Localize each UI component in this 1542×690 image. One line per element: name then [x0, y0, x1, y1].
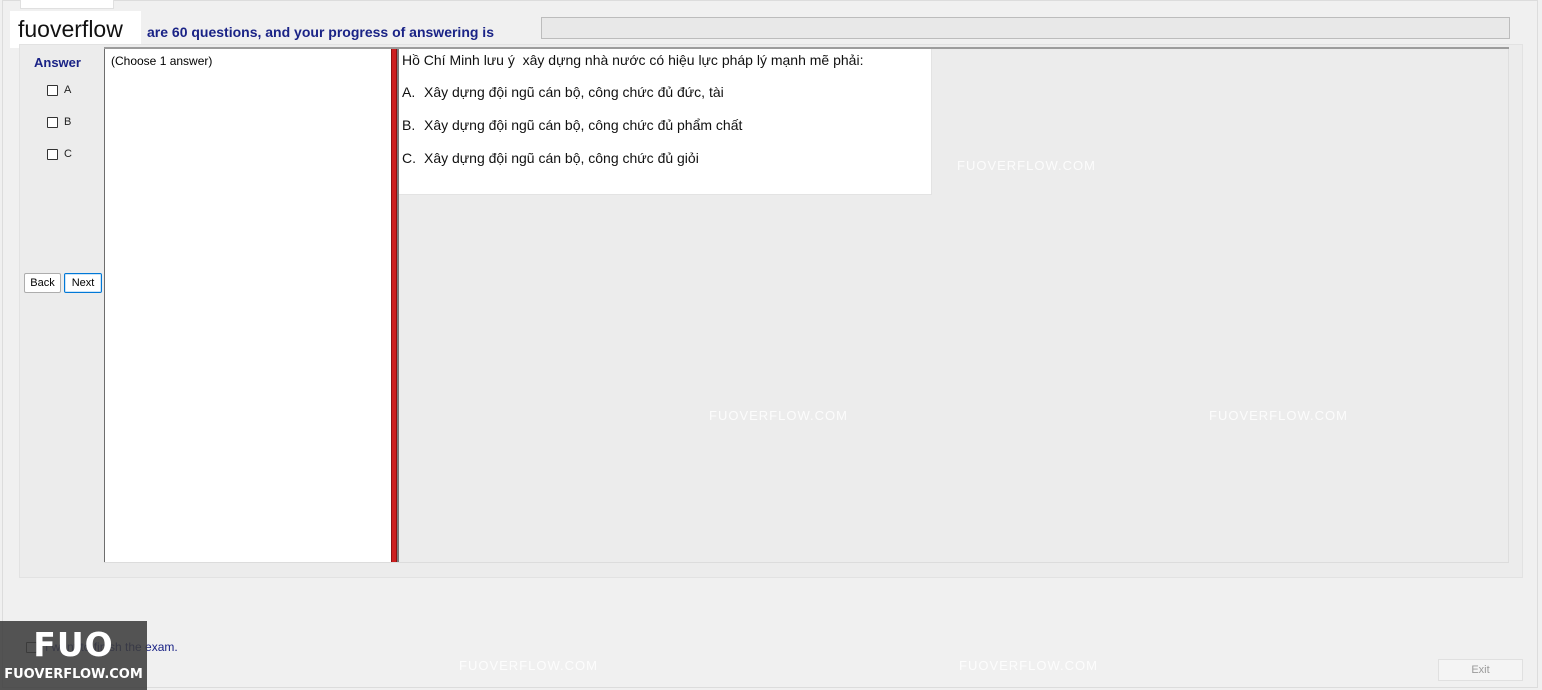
option-b-label: B [64, 116, 72, 128]
choice-a-letter: A. [402, 84, 416, 100]
option-b[interactable]: B [47, 114, 71, 130]
choice-a-text: Xây dựng đội ngũ cán bộ, công chức đủ đứ… [424, 84, 724, 100]
watermark-text: FUOVERFLOW.COM [709, 408, 848, 423]
exit-button[interactable]: Exit [1438, 659, 1523, 681]
choice-c-letter: C. [402, 150, 416, 166]
progress-text: are 60 questions, and your progress of a… [147, 24, 494, 40]
option-b-checkbox[interactable] [47, 116, 58, 128]
choice-b: B. Xây dựng đội ngũ cán bộ, công chức đủ … [402, 117, 742, 133]
back-button[interactable]: Back [24, 273, 61, 293]
choice-c-text: Xây dựng đội ngũ cán bộ, công chức đủ gi… [424, 150, 699, 166]
watermark-text: FUOVERFLOW.COM [959, 658, 1098, 673]
choice-b-text: Xây dựng đội ngũ cán bộ, công chức đủ ph… [424, 117, 743, 133]
choice-c: C. Xây dựng đội ngũ cán bộ, công chức đủ … [402, 150, 699, 166]
choose-hint: (Choose 1 answer) [111, 54, 213, 68]
option-c-checkbox[interactable] [47, 148, 58, 160]
watermark-text: FUOVERFLOW.COM [459, 658, 598, 673]
logo-small-text: FUOVERFLOW.COM [4, 667, 143, 682]
brand-tag: fuoverflow [10, 11, 141, 48]
logo-big-text: FUO [33, 625, 114, 664]
option-c-label: C [64, 148, 72, 160]
next-button[interactable]: Next [64, 273, 102, 293]
option-a-checkbox[interactable] [47, 84, 58, 96]
answer-title: Answer [34, 55, 81, 70]
site-logo: FUO FUOVERFLOW.COM [0, 621, 147, 690]
question-text: Hồ Chí Minh lưu ý xây dựng nhà nước có h… [402, 52, 864, 68]
top-tab [20, 0, 114, 9]
progress-bar [541, 17, 1510, 39]
answer-column: Answer A B C [24, 49, 104, 562]
choice-b-letter: B. [402, 117, 416, 133]
option-c[interactable]: C [47, 146, 72, 162]
option-a-label: A [64, 84, 72, 96]
option-a[interactable]: A [47, 82, 71, 98]
choose-panel: (Choose 1 answer) [104, 49, 391, 562]
bottom-divider [104, 562, 1509, 563]
choice-a: A. Xây dựng đội ngũ cán bộ, công chức đủ … [402, 84, 724, 100]
question-box: Hồ Chí Minh lưu ý xây dựng nhà nước có h… [399, 49, 932, 195]
right-empty-area [932, 49, 1509, 562]
